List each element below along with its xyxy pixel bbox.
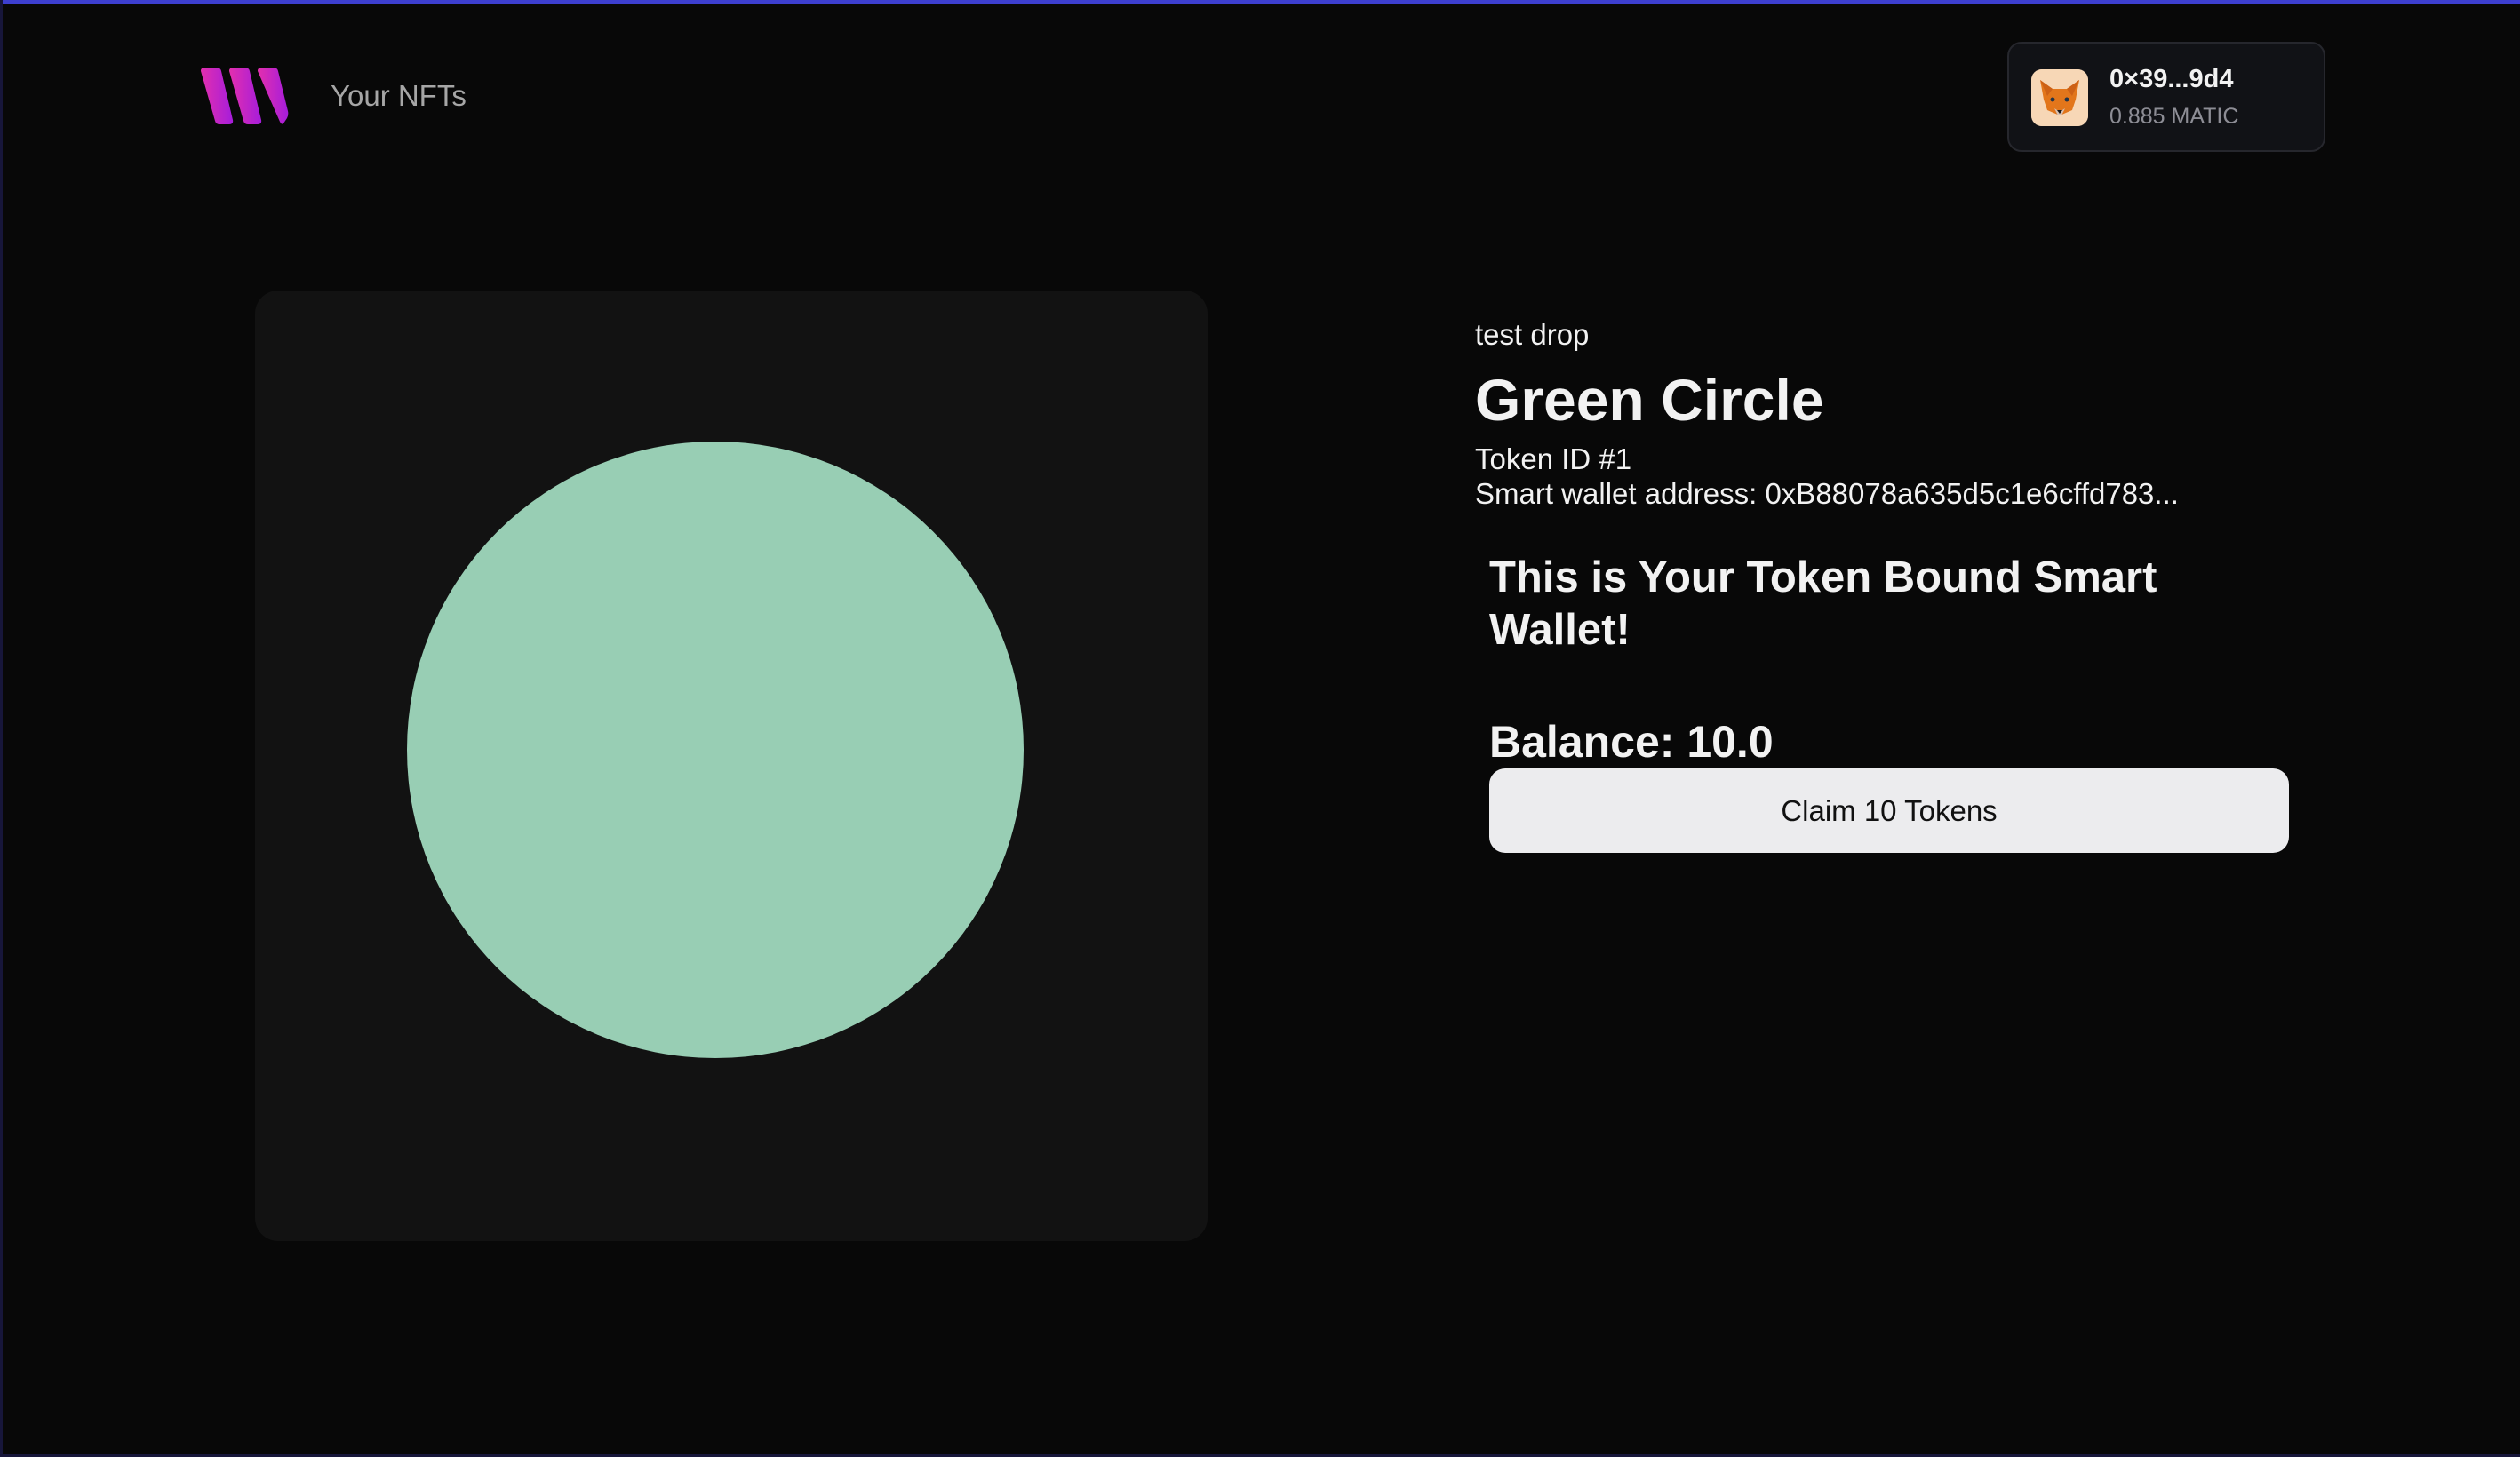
nft-title: Green Circle	[1475, 367, 1824, 433]
nft-image-green-circle	[407, 442, 1024, 1058]
top-accent-bar	[0, 0, 2520, 4]
smart-wallet-address: Smart wallet address: 0xB88078a635d5c1e6…	[1475, 477, 2179, 510]
nft-image-card	[255, 291, 1208, 1241]
brand-logo-icon[interactable]	[200, 67, 289, 125]
wallet-address: 0×39...9d4	[2109, 65, 2234, 93]
collection-name: test drop	[1475, 318, 1590, 351]
wallet-balance: 0.885 MATIC	[2109, 104, 2239, 129]
connected-wallet-button[interactable]: 0×39...9d4 0.885 MATIC	[2007, 42, 2325, 152]
smart-wallet-heading: This is Your Token Bound Smart Wallet!	[1489, 553, 2157, 654]
window-edge-left	[0, 0, 3, 1457]
token-balance: Balance: 10.0	[1489, 717, 1774, 767]
claim-tokens-button[interactable]: Claim 10 Tokens	[1489, 768, 2289, 853]
token-id: Token ID #1	[1475, 442, 1632, 475]
nav-your-nfts-link[interactable]: Your NFTs	[331, 76, 467, 115]
metamask-fox-icon	[2031, 69, 2088, 126]
